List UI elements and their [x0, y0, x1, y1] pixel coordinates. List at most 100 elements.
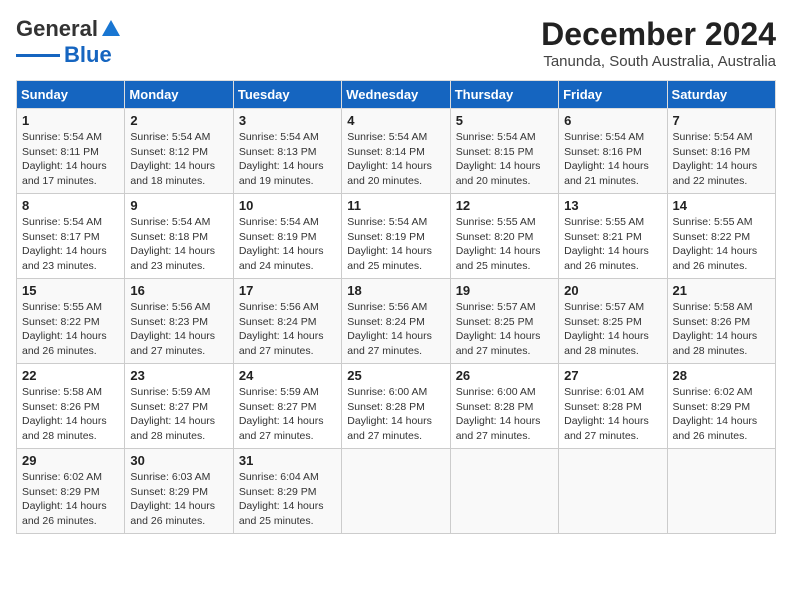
day-number: 25: [347, 368, 444, 383]
table-row: 25 Sunrise: 6:00 AMSunset: 8:28 PMDaylig…: [342, 364, 450, 449]
day-number: 19: [456, 283, 553, 298]
table-row: 22 Sunrise: 5:58 AMSunset: 8:26 PMDaylig…: [17, 364, 125, 449]
day-number: 16: [130, 283, 227, 298]
day-info: Sunrise: 5:55 AMSunset: 8:22 PMDaylight:…: [673, 215, 770, 274]
day-number: 17: [239, 283, 336, 298]
day-number: 26: [456, 368, 553, 383]
day-number: 23: [130, 368, 227, 383]
day-number: 29: [22, 453, 119, 468]
table-row: [450, 449, 558, 534]
col-monday: Monday: [125, 81, 233, 109]
day-info: Sunrise: 6:00 AMSunset: 8:28 PMDaylight:…: [456, 385, 553, 444]
day-number: 6: [564, 113, 661, 128]
table-row: 18 Sunrise: 5:56 AMSunset: 8:24 PMDaylig…: [342, 279, 450, 364]
day-number: 5: [456, 113, 553, 128]
day-info: Sunrise: 6:03 AMSunset: 8:29 PMDaylight:…: [130, 470, 227, 529]
logo: General Blue: [16, 16, 122, 68]
day-number: 10: [239, 198, 336, 213]
calendar-table: Sunday Monday Tuesday Wednesday Thursday…: [16, 80, 776, 534]
day-number: 15: [22, 283, 119, 298]
table-row: 10 Sunrise: 5:54 AMSunset: 8:19 PMDaylig…: [233, 194, 341, 279]
table-row: 19 Sunrise: 5:57 AMSunset: 8:25 PMDaylig…: [450, 279, 558, 364]
day-number: 11: [347, 198, 444, 213]
day-number: 7: [673, 113, 770, 128]
table-row: 15 Sunrise: 5:55 AMSunset: 8:22 PMDaylig…: [17, 279, 125, 364]
day-info: Sunrise: 5:58 AMSunset: 8:26 PMDaylight:…: [673, 300, 770, 359]
day-info: Sunrise: 5:56 AMSunset: 8:23 PMDaylight:…: [130, 300, 227, 359]
day-info: Sunrise: 5:57 AMSunset: 8:25 PMDaylight:…: [456, 300, 553, 359]
table-row: 2 Sunrise: 5:54 AMSunset: 8:12 PMDayligh…: [125, 109, 233, 194]
day-info: Sunrise: 5:58 AMSunset: 8:26 PMDaylight:…: [22, 385, 119, 444]
calendar-week-row: 22 Sunrise: 5:58 AMSunset: 8:26 PMDaylig…: [17, 364, 776, 449]
table-row: 26 Sunrise: 6:00 AMSunset: 8:28 PMDaylig…: [450, 364, 558, 449]
day-info: Sunrise: 5:59 AMSunset: 8:27 PMDaylight:…: [130, 385, 227, 444]
day-info: Sunrise: 5:54 AMSunset: 8:13 PMDaylight:…: [239, 130, 336, 189]
day-number: 28: [673, 368, 770, 383]
day-number: 20: [564, 283, 661, 298]
day-info: Sunrise: 5:54 AMSunset: 8:12 PMDaylight:…: [130, 130, 227, 189]
table-row: 27 Sunrise: 6:01 AMSunset: 8:28 PMDaylig…: [559, 364, 667, 449]
col-thursday: Thursday: [450, 81, 558, 109]
day-info: Sunrise: 5:54 AMSunset: 8:18 PMDaylight:…: [130, 215, 227, 274]
day-info: Sunrise: 5:56 AMSunset: 8:24 PMDaylight:…: [239, 300, 336, 359]
day-number: 18: [347, 283, 444, 298]
day-info: Sunrise: 6:00 AMSunset: 8:28 PMDaylight:…: [347, 385, 444, 444]
logo-blue: Blue: [64, 42, 112, 68]
day-info: Sunrise: 5:54 AMSunset: 8:19 PMDaylight:…: [347, 215, 444, 274]
day-info: Sunrise: 5:54 AMSunset: 8:19 PMDaylight:…: [239, 215, 336, 274]
table-row: 1 Sunrise: 5:54 AMSunset: 8:11 PMDayligh…: [17, 109, 125, 194]
day-info: Sunrise: 5:54 AMSunset: 8:15 PMDaylight:…: [456, 130, 553, 189]
table-row: 6 Sunrise: 5:54 AMSunset: 8:16 PMDayligh…: [559, 109, 667, 194]
table-row: 31 Sunrise: 6:04 AMSunset: 8:29 PMDaylig…: [233, 449, 341, 534]
table-row: 11 Sunrise: 5:54 AMSunset: 8:19 PMDaylig…: [342, 194, 450, 279]
calendar-week-row: 29 Sunrise: 6:02 AMSunset: 8:29 PMDaylig…: [17, 449, 776, 534]
day-info: Sunrise: 6:04 AMSunset: 8:29 PMDaylight:…: [239, 470, 336, 529]
day-number: 4: [347, 113, 444, 128]
day-info: Sunrise: 5:55 AMSunset: 8:20 PMDaylight:…: [456, 215, 553, 274]
day-number: 2: [130, 113, 227, 128]
logo-icon: [100, 18, 122, 40]
table-row: 23 Sunrise: 5:59 AMSunset: 8:27 PMDaylig…: [125, 364, 233, 449]
table-row: 12 Sunrise: 5:55 AMSunset: 8:20 PMDaylig…: [450, 194, 558, 279]
day-number: 1: [22, 113, 119, 128]
day-info: Sunrise: 5:54 AMSunset: 8:16 PMDaylight:…: [673, 130, 770, 189]
location-title: Tanunda, South Australia, Australia: [541, 53, 776, 70]
day-number: 21: [673, 283, 770, 298]
day-number: 27: [564, 368, 661, 383]
day-info: Sunrise: 6:01 AMSunset: 8:28 PMDaylight:…: [564, 385, 661, 444]
day-number: 31: [239, 453, 336, 468]
day-number: 13: [564, 198, 661, 213]
table-row: 4 Sunrise: 5:54 AMSunset: 8:14 PMDayligh…: [342, 109, 450, 194]
title-area: December 2024 Tanunda, South Australia, …: [541, 16, 776, 70]
day-info: Sunrise: 5:55 AMSunset: 8:21 PMDaylight:…: [564, 215, 661, 274]
day-number: 22: [22, 368, 119, 383]
day-info: Sunrise: 5:54 AMSunset: 8:14 PMDaylight:…: [347, 130, 444, 189]
logo-general: General: [16, 16, 98, 42]
calendar-week-row: 15 Sunrise: 5:55 AMSunset: 8:22 PMDaylig…: [17, 279, 776, 364]
day-info: Sunrise: 6:02 AMSunset: 8:29 PMDaylight:…: [22, 470, 119, 529]
table-row: 28 Sunrise: 6:02 AMSunset: 8:29 PMDaylig…: [667, 364, 775, 449]
table-row: [559, 449, 667, 534]
table-row: 21 Sunrise: 5:58 AMSunset: 8:26 PMDaylig…: [667, 279, 775, 364]
table-row: 13 Sunrise: 5:55 AMSunset: 8:21 PMDaylig…: [559, 194, 667, 279]
day-number: 24: [239, 368, 336, 383]
day-info: Sunrise: 5:55 AMSunset: 8:22 PMDaylight:…: [22, 300, 119, 359]
col-wednesday: Wednesday: [342, 81, 450, 109]
table-row: 3 Sunrise: 5:54 AMSunset: 8:13 PMDayligh…: [233, 109, 341, 194]
col-saturday: Saturday: [667, 81, 775, 109]
table-row: 24 Sunrise: 5:59 AMSunset: 8:27 PMDaylig…: [233, 364, 341, 449]
table-row: 5 Sunrise: 5:54 AMSunset: 8:15 PMDayligh…: [450, 109, 558, 194]
day-info: Sunrise: 5:59 AMSunset: 8:27 PMDaylight:…: [239, 385, 336, 444]
table-row: [342, 449, 450, 534]
day-number: 12: [456, 198, 553, 213]
table-row: 9 Sunrise: 5:54 AMSunset: 8:18 PMDayligh…: [125, 194, 233, 279]
table-row: 30 Sunrise: 6:03 AMSunset: 8:29 PMDaylig…: [125, 449, 233, 534]
table-row: 16 Sunrise: 5:56 AMSunset: 8:23 PMDaylig…: [125, 279, 233, 364]
calendar-header-row: Sunday Monday Tuesday Wednesday Thursday…: [17, 81, 776, 109]
col-sunday: Sunday: [17, 81, 125, 109]
month-title: December 2024: [541, 16, 776, 53]
day-number: 14: [673, 198, 770, 213]
day-number: 9: [130, 198, 227, 213]
day-info: Sunrise: 5:54 AMSunset: 8:17 PMDaylight:…: [22, 215, 119, 274]
table-row: 20 Sunrise: 5:57 AMSunset: 8:25 PMDaylig…: [559, 279, 667, 364]
